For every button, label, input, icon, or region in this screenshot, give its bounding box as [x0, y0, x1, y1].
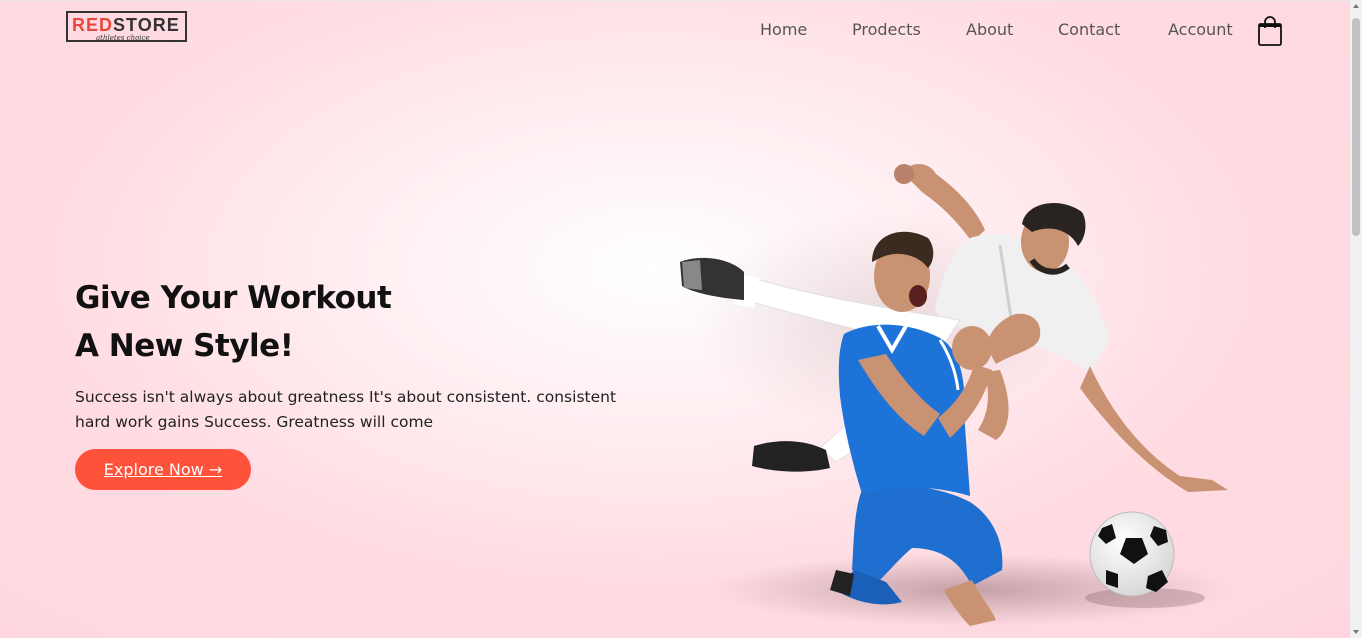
vertical-scrollbar[interactable] — [1350, 0, 1362, 638]
football — [1085, 511, 1205, 608]
hero-title-line-1: Give Your Workout — [75, 280, 392, 316]
hero-title-line-2: A New Style! — [75, 328, 294, 364]
logo-wordmark: REDSTORE — [72, 15, 180, 35]
explore-now-button[interactable]: Explore Now → — [75, 449, 251, 490]
nav-item-account[interactable]: Account — [1168, 20, 1233, 39]
logo-tagline: athletes choice — [96, 34, 150, 42]
shopping-bag-icon[interactable] — [1256, 15, 1284, 47]
page: REDSTORE athletes choice Home Prodects A… — [0, 0, 1350, 638]
top-border — [0, 0, 1350, 1]
scroll-down-arrow-icon[interactable] — [1353, 630, 1359, 634]
nav-item-products[interactable]: Prodects — [852, 20, 921, 39]
nav-item-home[interactable]: Home — [760, 20, 807, 39]
nav-item-about[interactable]: About — [966, 20, 1013, 39]
hero-image-footballers — [680, 163, 1230, 626]
hero-description: Success isn't always about greatness It'… — [75, 387, 617, 431]
logo[interactable]: REDSTORE athletes choice — [66, 11, 187, 42]
nav-item-contact[interactable]: Contact — [1058, 20, 1120, 39]
scroll-up-arrow-icon[interactable] — [1353, 4, 1359, 8]
scrollbar-thumb[interactable] — [1352, 18, 1360, 236]
